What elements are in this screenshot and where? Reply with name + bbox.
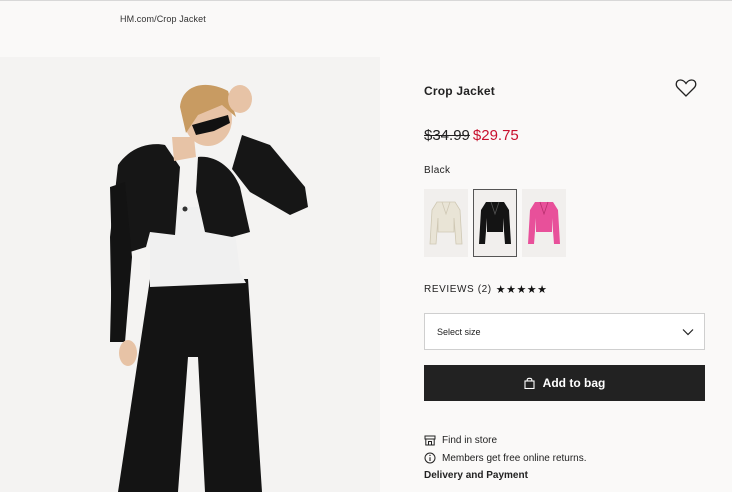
swatch-pink[interactable] <box>522 189 566 257</box>
swatch-black[interactable] <box>473 189 517 257</box>
find-in-store-link[interactable]: Find in store <box>424 431 587 449</box>
original-price: $34.99 <box>424 127 470 144</box>
jacket-cream-icon <box>429 201 463 245</box>
info-icon <box>424 452 436 464</box>
product-image[interactable] <box>0 57 380 492</box>
breadcrumb[interactable]: HM.com/Crop Jacket <box>120 14 206 24</box>
heart-icon[interactable] <box>675 78 697 98</box>
breadcrumb-link[interactable]: HM.com/Crop Jacket <box>120 14 206 24</box>
returns-label: Members get free online returns. <box>442 452 587 464</box>
store-icon <box>424 435 436 445</box>
jacket-black-icon <box>479 201 511 244</box>
product-title: Crop Jacket <box>424 84 495 98</box>
returns-info[interactable]: Members get free online returns. <box>424 449 587 467</box>
color-swatches <box>424 189 566 257</box>
sale-price: $29.75 <box>472 127 519 144</box>
reviews-link[interactable]: REVIEWS (2) ★★★★★ <box>424 283 548 296</box>
color-label: Black <box>424 165 451 176</box>
swatch-cream[interactable] <box>424 189 468 257</box>
bag-icon <box>524 377 535 389</box>
jacket-pink-icon <box>528 201 560 244</box>
delivery-payment-link[interactable]: Delivery and Payment <box>424 470 528 481</box>
size-select[interactable]: Select size <box>424 313 705 350</box>
find-in-store-label: Find in store <box>442 434 498 446</box>
size-select-placeholder: Select size <box>437 326 481 337</box>
model-illustration <box>110 84 308 492</box>
add-to-bag-label: Add to bag <box>542 376 606 390</box>
price: $34.99 $29.75 <box>424 127 519 144</box>
top-divider <box>0 0 732 1</box>
reviews-label: REVIEWS (2) <box>424 284 492 295</box>
chevron-down-icon <box>682 328 694 335</box>
star-rating-icon: ★★★★★ <box>495 284 548 296</box>
add-to-bag-button[interactable]: Add to bag <box>424 365 705 401</box>
service-links: Find in store Members get free online re… <box>424 431 587 467</box>
